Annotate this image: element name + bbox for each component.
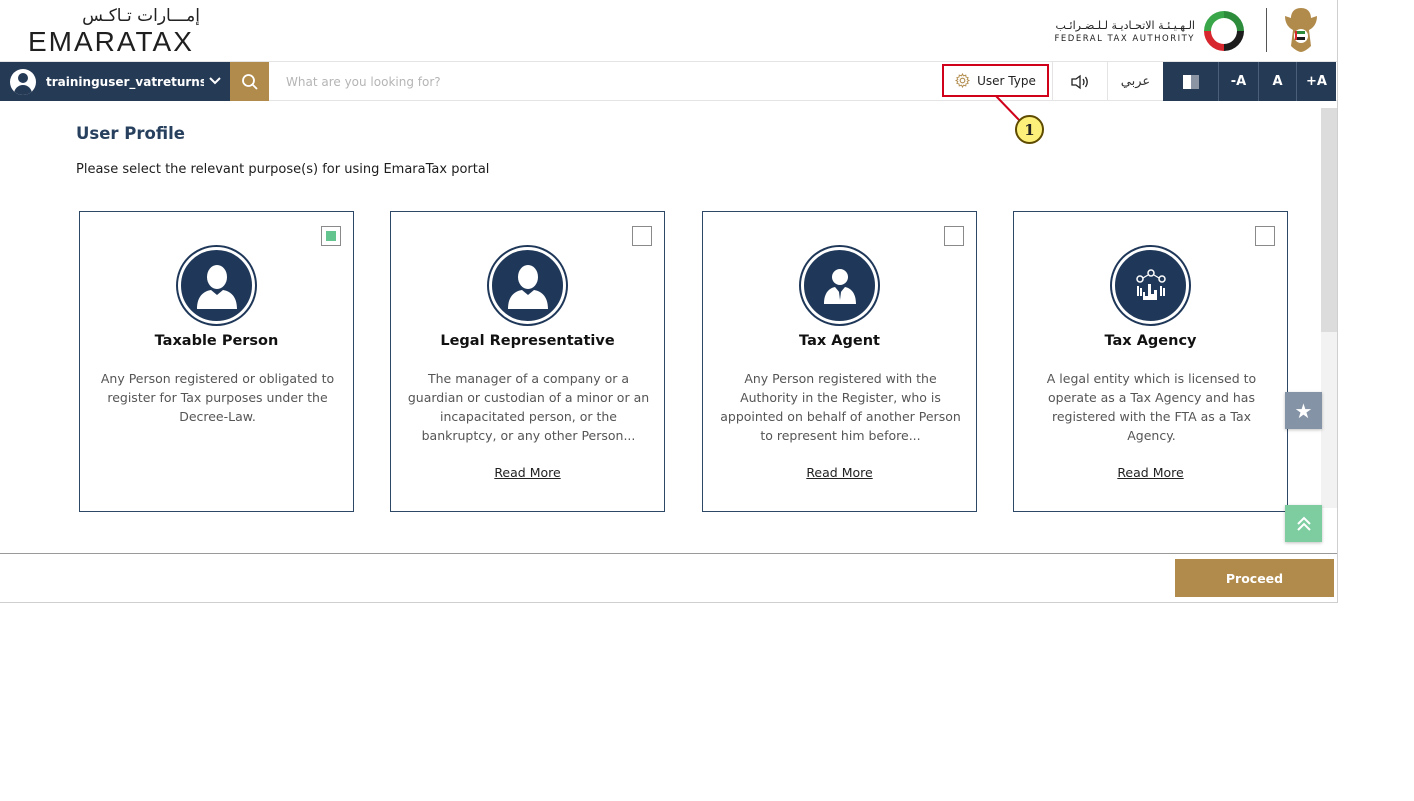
uae-emblem-icon [1285, 8, 1317, 52]
card-description: The manager of a company or a guardian o… [407, 371, 650, 443]
tax-agency-checkbox[interactable] [1255, 226, 1275, 246]
user-type-label: User Type [977, 73, 1036, 88]
person-icon [489, 247, 566, 324]
font-increase-button[interactable]: +A [1296, 62, 1336, 101]
proceed-button[interactable]: Proceed [1175, 559, 1334, 597]
read-more-link[interactable]: Read More [1014, 465, 1287, 480]
page-title: User Profile [76, 124, 185, 143]
emaratax-logo[interactable]: إمـــارات تـاكـس EMARATAX [28, 6, 208, 57]
chevron-down-icon [204, 75, 226, 88]
user-account-dropdown[interactable]: traininguser_vatreturns... [0, 62, 230, 101]
search-input[interactable] [276, 68, 916, 96]
search-button[interactable] [230, 62, 269, 101]
action-footer: Proceed [0, 553, 1337, 602]
app-frame: إمـــارات تـاكـس EMARATAX الـهـيـئـة الا… [0, 0, 1338, 603]
card-title: Tax Agent [799, 333, 880, 349]
header-divider [1266, 8, 1267, 52]
star-icon: ★ [1294, 398, 1313, 423]
taxable-person-checkbox[interactable] [321, 226, 341, 246]
scrollbar-thumb[interactable] [1321, 108, 1337, 332]
fta-emblem-icon [1204, 11, 1244, 51]
avatar-icon [10, 68, 36, 95]
favorites-button[interactable]: ★ [1285, 392, 1322, 429]
speaker-icon [1071, 74, 1088, 89]
scroll-to-top-button[interactable] [1285, 505, 1322, 542]
username-label: traininguser_vatreturns... [46, 74, 204, 89]
fta-english-name: FEDERAL TAX AUTHORITY [1054, 33, 1195, 44]
card-description: Any Person registered with the Authority… [720, 371, 961, 443]
card-title: Tax Agency [1104, 333, 1197, 349]
text-to-speech-button[interactable] [1052, 62, 1107, 101]
agency-network-icon [1112, 247, 1189, 324]
brand-english-name: EMARATAX [28, 26, 194, 57]
profile-card-tax-agent[interactable]: Tax Agent Any Person registered with the… [702, 211, 977, 512]
card-description: Any Person registered or obligated to re… [100, 371, 335, 424]
card-title: Legal Representative [440, 333, 615, 349]
step-callout-badge: 1 [1015, 115, 1044, 144]
language-toggle[interactable]: عربي [1107, 62, 1163, 101]
double-chevron-up-icon [1296, 516, 1311, 531]
card-description: A legal entity which is licensed to oper… [1046, 371, 1257, 443]
page-subtitle: Please select the relevant purpose(s) fo… [76, 162, 490, 177]
search-icon [241, 73, 258, 90]
font-decrease-button[interactable]: -A [1218, 62, 1258, 101]
contrast-icon [1182, 74, 1199, 89]
brand-arabic-name: إمـــارات تـاكـس [82, 6, 200, 26]
top-toolbar: traininguser_vatreturns... User Type عرب… [0, 61, 1337, 101]
user-type-button[interactable]: User Type [942, 64, 1049, 97]
contrast-toggle-button[interactable] [1163, 62, 1218, 101]
read-more-link[interactable]: Read More [703, 465, 976, 480]
person-icon [178, 247, 255, 324]
fta-logo: الـهـيـئـة الاتحـاديـة لـلـضـرائـب FEDER… [1055, 8, 1247, 54]
font-reset-button[interactable]: A [1258, 62, 1296, 101]
profile-card-taxable-person[interactable]: Taxable Person Any Person registered or … [79, 211, 354, 512]
read-more-link[interactable]: Read More [391, 465, 664, 480]
profile-card-legal-representative[interactable]: Legal Representative The manager of a co… [390, 211, 665, 512]
fta-arabic-name: الـهـيـئـة الاتحـاديـة لـلـضـرائـب [1055, 18, 1195, 32]
agent-icon [801, 247, 878, 324]
profile-card-tax-agency[interactable]: Tax Agency A legal entity which is licen… [1013, 211, 1288, 512]
card-title: Taxable Person [154, 333, 279, 349]
legal-representative-checkbox[interactable] [632, 226, 652, 246]
gear-icon [955, 73, 971, 88]
tax-agent-checkbox[interactable] [944, 226, 964, 246]
